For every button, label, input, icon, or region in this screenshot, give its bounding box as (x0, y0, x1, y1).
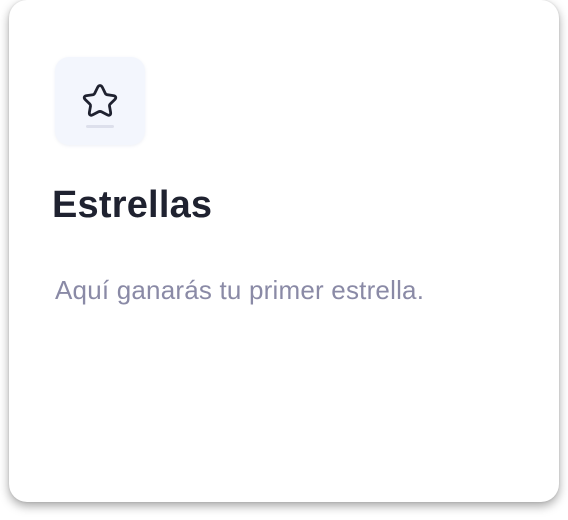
card-title: Estrellas (52, 184, 213, 226)
star-icon-container (55, 57, 145, 145)
achievement-card: Estrellas Aquí ganarás tu primer estrell… (9, 0, 559, 502)
card-description: Aquí ganarás tu primer estrella. (55, 275, 425, 305)
star-icon (82, 84, 118, 117)
